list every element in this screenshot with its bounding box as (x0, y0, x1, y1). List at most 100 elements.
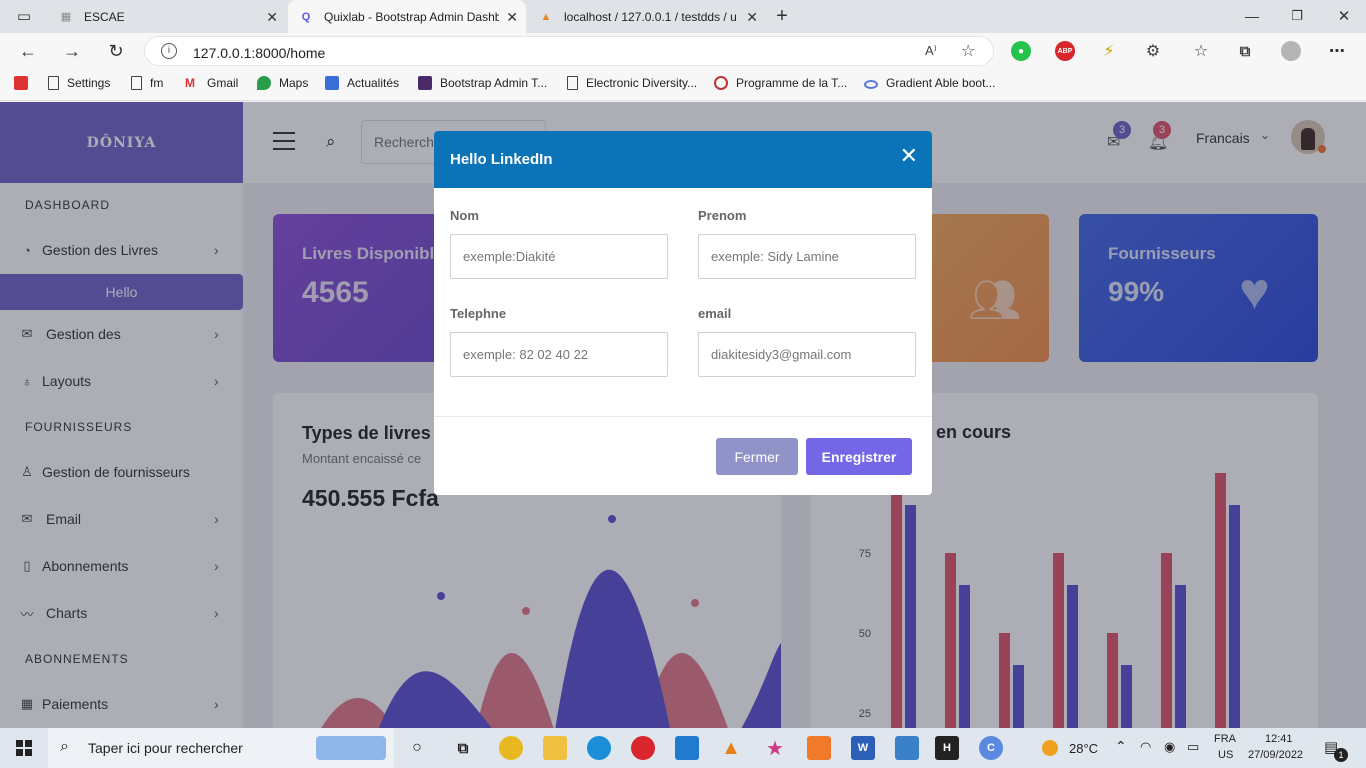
bookmark-maps[interactable]: Maps (257, 76, 308, 90)
photos-icon[interactable] (895, 736, 919, 760)
back-icon[interactable]: ← (16, 39, 40, 63)
nom-input[interactable] (450, 234, 668, 279)
favorite-add-icon[interactable]: ☆ (961, 41, 975, 61)
bookmarks-bar: Settings fm M Gmail Maps Actualités Boots… (0, 69, 1366, 101)
favorites-icon[interactable]: ☆ (1191, 41, 1211, 61)
quixlab-icon: Q (301, 10, 311, 23)
close-window-icon[interactable]: ✕ (1332, 4, 1356, 28)
vscode-icon[interactable] (675, 736, 699, 760)
profile-icon[interactable] (1281, 41, 1301, 61)
tab-actions-icon[interactable]: ▭ (12, 4, 36, 28)
chrome-icon[interactable] (499, 736, 523, 760)
edge-icon[interactable] (587, 736, 611, 760)
refresh-icon[interactable]: ↻ (104, 39, 128, 63)
cortana-icon[interactable]: ○ (405, 736, 429, 760)
browser-tab-bar: ▭ ▦ ESCAE ✕ Q Quixlab - Bootstrap Admin … (0, 0, 1366, 33)
new-tab-button[interactable]: + (770, 4, 794, 28)
modal-title: Hello LinkedIn (450, 151, 553, 168)
prenom-label: Prenom (698, 208, 747, 223)
bookmark-electronic-diversity[interactable]: Electronic Diversity... (567, 76, 697, 90)
search-highlight-icon (316, 736, 386, 760)
gmail-icon: M (185, 76, 195, 90)
extension-green-icon[interactable]: ● (1011, 41, 1031, 61)
url-text: 127.0.0.1:8000/home (193, 45, 326, 61)
bookmark-gradient-able[interactable]: Gradient Able boot... (864, 76, 995, 90)
modal-header: Hello LinkedIn ✕ (434, 131, 932, 188)
bookmark-actualites[interactable]: Actualités (325, 76, 399, 90)
file-explorer-icon[interactable] (543, 736, 567, 760)
notification-count: 1 (1334, 748, 1348, 762)
windows-taskbar: ⌕ Taper ici pour rechercher ○ ⧉ ▲ ★ W H … (0, 728, 1366, 768)
star-app-icon[interactable]: ★ (763, 736, 787, 760)
clock-time[interactable]: 12:41 (1265, 733, 1293, 745)
forward-icon[interactable]: → (60, 39, 84, 63)
app-viewport: DÔNIYA DASHBOARD ◔ Gestion des Livres › … (0, 102, 1366, 728)
adblock-icon[interactable]: ABP (1055, 41, 1075, 61)
read-aloud-icon[interactable]: A⁾ (925, 43, 937, 59)
battery-icon[interactable]: ▭ (1187, 739, 1199, 755)
task-view-icon[interactable]: ⧉ (451, 736, 475, 760)
close-icon[interactable]: ✕ (506, 9, 518, 26)
url-field[interactable]: i 127.0.0.1:8000/home A⁾ ☆ (144, 36, 994, 66)
maps-icon (257, 76, 271, 90)
maximize-icon[interactable]: ❐ (1285, 4, 1309, 28)
taskbar-search-box[interactable]: ⌕ Taper ici pour rechercher (48, 728, 394, 768)
webcam-icon[interactable]: ◉ (1164, 739, 1175, 755)
close-icon[interactable]: ✕ (746, 9, 758, 26)
bookmark-fm[interactable]: fm (131, 76, 163, 90)
tab-title: Quixlab - Bootstrap Admin Dashboard (324, 9, 499, 24)
pdf-bookmark-icon[interactable] (14, 76, 36, 90)
h-app-icon[interactable]: H (935, 736, 959, 760)
c-app-icon[interactable]: C (979, 736, 1003, 760)
bootstrap-icon (418, 76, 432, 90)
bookmark-bootstrap-admin[interactable]: Bootstrap Admin T... (418, 76, 547, 90)
email-input[interactable] (698, 332, 916, 377)
address-bar-row: ← → ↻ i 127.0.0.1:8000/home A⁾ ☆ ● ABP ⚡… (0, 33, 1366, 69)
lightning-extension-icon[interactable]: ⚡ (1099, 41, 1119, 61)
page-icon (567, 76, 578, 90)
modal-footer (434, 416, 932, 417)
gradient-able-icon (864, 79, 878, 89)
opera-icon[interactable] (631, 736, 655, 760)
clock-date[interactable]: 27/09/2022 (1248, 749, 1303, 761)
weather-icon[interactable] (1042, 740, 1058, 756)
word-icon[interactable]: W (851, 736, 875, 760)
modal-dialog: Hello LinkedIn ✕ Nom Prenom Telephne ema… (434, 131, 932, 495)
telephone-label: Telephne (450, 306, 507, 321)
more-menu-icon[interactable]: ⋯ (1327, 41, 1347, 61)
page-icon (48, 76, 59, 90)
nom-label: Nom (450, 208, 479, 223)
chevron-up-icon[interactable]: ⌃ (1115, 738, 1127, 755)
xampp-icon[interactable] (807, 736, 831, 760)
tab-title: localhost / 127.0.0.1 / testdds / u (564, 9, 737, 24)
close-icon[interactable]: ✕ (266, 9, 278, 26)
tab-escae[interactable]: ▦ ESCAE ✕ (48, 0, 286, 33)
prenom-input[interactable] (698, 234, 916, 279)
vlc-icon[interactable]: ▲ (719, 736, 743, 760)
extensions-icon[interactable]: ⚙ (1143, 41, 1163, 61)
taskbar-search-placeholder: Taper ici pour rechercher (88, 740, 243, 756)
temperature[interactable]: 28°C (1069, 741, 1098, 756)
lang-top[interactable]: FRA (1214, 733, 1236, 745)
news-icon (325, 76, 339, 90)
search-icon: ⌕ (60, 738, 69, 755)
fermer-button[interactable]: Fermer (716, 438, 798, 475)
close-icon[interactable]: ✕ (900, 145, 918, 167)
windows-start-icon[interactable] (16, 740, 32, 756)
bookmark-settings[interactable]: Settings (48, 76, 110, 90)
site-info-icon[interactable]: i (161, 43, 177, 59)
bookmark-gmail[interactable]: M Gmail (185, 76, 238, 90)
network-icon[interactable]: ◠ (1140, 739, 1151, 755)
tab-title: ESCAE (84, 9, 125, 24)
programme-icon (714, 76, 728, 90)
phpmyadmin-icon: ▲ (540, 10, 552, 23)
tab-phpmyadmin[interactable]: ▲ localhost / 127.0.0.1 / testdds / u ✕ (528, 0, 766, 33)
enregistrer-button[interactable]: Enregistrer (806, 438, 912, 475)
telephone-input[interactable] (450, 332, 668, 377)
tab-quixlab[interactable]: Q Quixlab - Bootstrap Admin Dashboard ✕ (288, 0, 526, 33)
bookmark-programme[interactable]: Programme de la T... (714, 76, 847, 90)
minimize-icon[interactable]: — (1240, 4, 1264, 28)
page-icon (131, 76, 142, 90)
lang-bottom[interactable]: US (1218, 749, 1233, 761)
collections-icon[interactable]: ⧉ (1235, 41, 1255, 61)
